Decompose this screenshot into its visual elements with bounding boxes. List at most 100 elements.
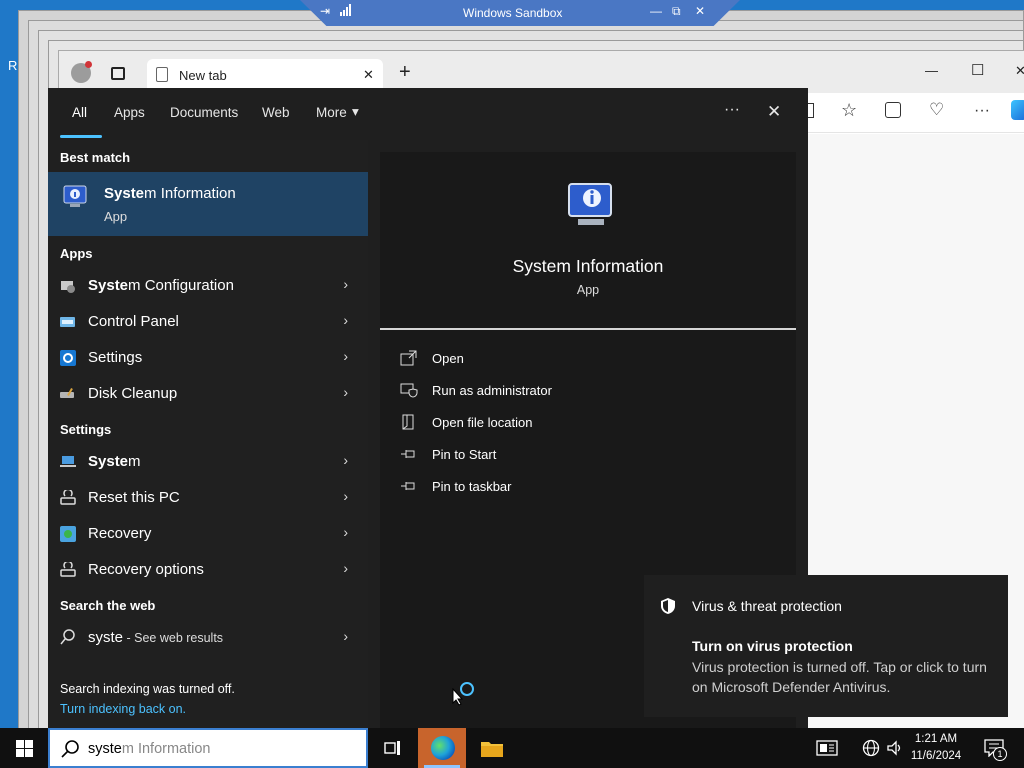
chevron-right-icon[interactable]: ›: [343, 524, 348, 540]
tab-all[interactable]: All: [72, 105, 87, 120]
result-settings[interactable]: Settings ›: [48, 340, 368, 376]
notification-count-badge: 1: [993, 747, 1007, 761]
result-recovery-options[interactable]: Recovery options ›: [48, 552, 368, 588]
volume-icon[interactable]: [886, 739, 904, 757]
result-web-search[interactable]: syste - See web results ›: [48, 620, 368, 656]
browser-essentials-icon[interactable]: ♡: [929, 100, 944, 120]
toast-body: Virus protection is turned off. Tap or c…: [692, 659, 987, 695]
sandbox-close-button[interactable]: ✕: [695, 4, 705, 18]
news-widget-icon[interactable]: [816, 740, 838, 756]
indexing-link[interactable]: Turn indexing back on.: [60, 702, 186, 716]
detail-title: System Information: [512, 256, 664, 276]
toast-header: Virus & threat protection: [692, 598, 842, 614]
action-label: Open file location: [432, 415, 533, 430]
tab-close-button[interactable]: ✕: [363, 67, 374, 83]
detail-separator: [380, 328, 796, 330]
system-information-large-icon: [566, 182, 612, 226]
active-tab-indicator: [60, 135, 102, 138]
chevron-right-icon[interactable]: ›: [343, 276, 348, 292]
tab-documents[interactable]: Documents: [170, 105, 238, 120]
action-pin-to-taskbar[interactable]: Pin to taskbar: [400, 478, 700, 498]
sandbox-title-bar: ⇥ Windows Sandbox — ⧉ ✕: [300, 0, 740, 26]
chevron-right-icon[interactable]: ›: [343, 312, 348, 328]
result-label: Recovery: [88, 525, 152, 542]
search-close-button[interactable]: ✕: [767, 102, 781, 122]
profile-avatar[interactable]: [71, 61, 92, 83]
best-match-subtitle: App: [104, 209, 128, 224]
result-control-panel[interactable]: Control Panel ›: [48, 304, 368, 340]
desktop-edge-letter: R: [8, 58, 18, 73]
result-match-text: Syste: [88, 453, 129, 470]
system-laptop-icon: [60, 454, 76, 470]
clock-time: 1:21 AM: [914, 733, 958, 745]
chevron-right-icon[interactable]: ›: [343, 452, 348, 468]
action-pin-to-start[interactable]: Pin to Start: [400, 446, 700, 466]
result-match-text: Syste: [88, 277, 129, 294]
search-icon: [60, 629, 76, 645]
best-match-title-rest: m Information: [144, 185, 236, 202]
disk-cleanup-icon: [60, 386, 76, 402]
recovery-options-icon: [60, 560, 76, 578]
edge-taskbar-button[interactable]: [418, 728, 466, 768]
new-tab-button[interactable]: +: [399, 61, 411, 84]
tab-actions-icon[interactable]: [111, 67, 125, 80]
edge-maximize-button[interactable]: ☐: [971, 61, 984, 79]
chevron-right-icon[interactable]: ›: [343, 560, 348, 576]
task-view-icon[interactable]: [384, 740, 402, 756]
action-open[interactable]: Open: [400, 350, 700, 370]
edge-minimize-button[interactable]: —: [925, 63, 938, 78]
windows-start-icon[interactable]: [16, 740, 33, 757]
result-reset-this-pc[interactable]: Reset this PC ›: [48, 480, 368, 516]
tab-web[interactable]: Web: [262, 105, 290, 120]
settings-gear-icon: [60, 350, 76, 366]
clock-date: 11/6/2024: [910, 750, 962, 762]
chevron-right-icon[interactable]: ›: [343, 488, 348, 504]
taskbar: system Information 1:21 AM 11/6/2024 1: [0, 728, 1024, 768]
folder-icon: [400, 414, 418, 430]
chevron-down-icon: ▾: [352, 104, 359, 119]
result-label: Recovery options: [88, 561, 204, 578]
sandbox-minimize-button[interactable]: —: [650, 4, 662, 18]
action-label: Pin to taskbar: [432, 479, 512, 494]
copilot-icon[interactable]: [1011, 100, 1024, 120]
best-match-item[interactable]: System Information App: [48, 172, 368, 236]
network-globe-icon[interactable]: [862, 739, 880, 757]
tab-more[interactable]: More: [316, 105, 347, 120]
result-recovery[interactable]: Recovery ›: [48, 516, 368, 552]
taskbar-search-box[interactable]: system Information: [48, 728, 368, 768]
system-information-icon: [62, 184, 88, 210]
shield-icon: [400, 382, 418, 398]
settings-more-button[interactable]: ···: [974, 102, 990, 120]
edge-close-button[interactable]: ✕: [1015, 63, 1024, 79]
defender-toast[interactable]: Virus & threat protection Turn on virus …: [644, 575, 1008, 717]
pin-icon[interactable]: ⇥: [320, 4, 330, 18]
action-open-file-location[interactable]: Open file location: [400, 414, 700, 434]
toast-title: Turn on virus protection: [692, 638, 853, 654]
chevron-right-icon[interactable]: ›: [343, 384, 348, 400]
taskbar-clock[interactable]: 1:21 AM 11/6/2024: [908, 731, 964, 765]
web-suffix: - See web results: [123, 631, 224, 645]
apps-heading: Apps: [60, 246, 93, 261]
open-icon: [400, 350, 418, 366]
chevron-right-icon[interactable]: ›: [343, 628, 348, 644]
file-explorer-icon[interactable]: [480, 739, 504, 758]
result-system-configuration[interactable]: System Configuration ›: [48, 268, 368, 304]
favorites-icon[interactable]: ☆: [841, 100, 857, 121]
sandbox-restore-button[interactable]: ⧉: [672, 4, 681, 19]
action-label: Pin to Start: [432, 447, 497, 462]
profile-status-icon: [85, 61, 92, 68]
search-tabs: All Apps Documents Web More ▾ ··· ✕: [48, 88, 808, 140]
action-label: Run as administrator: [432, 383, 552, 398]
result-disk-cleanup[interactable]: Disk Cleanup ›: [48, 376, 368, 412]
action-run-as-administrator[interactable]: Run as administrator: [400, 382, 700, 402]
tab-apps[interactable]: Apps: [114, 105, 145, 120]
settings-heading: Settings: [60, 422, 112, 437]
reset-pc-icon: [60, 488, 76, 506]
options-button[interactable]: ···: [724, 101, 740, 119]
pin-icon: [400, 446, 418, 462]
collections-icon[interactable]: [885, 102, 901, 118]
edge-titlebar: New tab ✕ + — ☐ ✕: [59, 51, 1024, 93]
best-match-title-match: Syste: [104, 185, 145, 202]
result-system[interactable]: System ›: [48, 444, 368, 480]
chevron-right-icon[interactable]: ›: [343, 348, 348, 364]
